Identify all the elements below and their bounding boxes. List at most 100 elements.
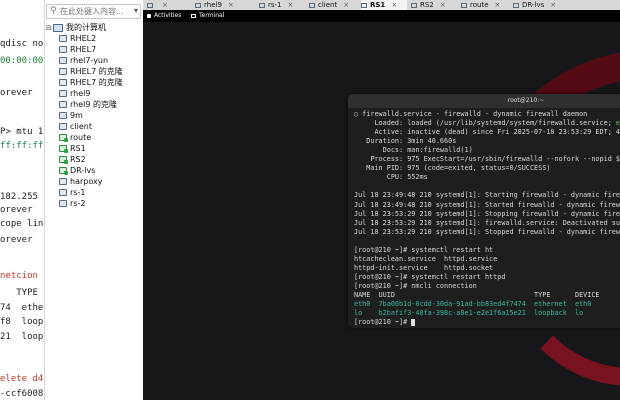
terminal-text: Process: 975 ExecStart=/usr/sbin/firewal…	[370, 155, 620, 164]
vm-tab[interactable]: DR-lvs ×	[513, 0, 573, 10]
vm-item-label: rhel9	[70, 89, 91, 98]
vm-tab-icon	[259, 2, 265, 8]
terminal-titlebar[interactable]: root@210:~ ×	[348, 94, 620, 108]
vm-item[interactable]: 9m	[59, 110, 83, 121]
computer-icon	[53, 23, 63, 32]
terminal-line: orever	[0, 88, 33, 98]
vm-item[interactable]: rs-1	[59, 187, 85, 198]
vm-item-label: RS2	[70, 155, 86, 164]
terminal-line: htcacheclean.service httpd.service	[354, 255, 497, 264]
vm-icon	[59, 200, 67, 207]
vm-tab-icon	[361, 2, 367, 8]
vm-item[interactable]: rhel9 的克隆	[59, 99, 117, 110]
vm-item[interactable]: rs-2	[59, 198, 85, 209]
terminal-line: eth0 7ba00b1d-8cdd-30da-91ad-bb83ed4f747…	[354, 300, 591, 309]
tree-root-my-computer[interactable]: ⊟ 我的计算机	[45, 22, 106, 33]
vm-library-panel: ⚲ ▾ ⊟ 我的计算机 RHEL2 RHEL7 rhel7-yun RHEL7 的克隆…	[44, 0, 144, 400]
vm-icon	[59, 123, 67, 130]
vm-tab[interactable]: RS1 ×	[361, 0, 407, 10]
vm-icon	[59, 90, 67, 97]
vm-item[interactable]: RHEL2	[59, 33, 96, 44]
vm-tab-icon	[195, 2, 201, 8]
vm-icon	[59, 35, 67, 42]
vm-item[interactable]: RS1	[59, 143, 86, 154]
terminal-output[interactable]: ○ firewalld.service - firewalld - dynami…	[354, 110, 620, 326]
vm-item[interactable]: rhel9	[59, 88, 90, 99]
vm-tab[interactable]: ×	[147, 0, 191, 10]
terminal-line: ff:ff:ff	[0, 141, 44, 151]
vm-tab[interactable]: rhel9 ×	[195, 0, 255, 10]
vm-item[interactable]: RHEL7	[59, 44, 96, 55]
terminal-text: CPU: 552ms	[354, 173, 428, 182]
vm-tab[interactable]: RS2 ×	[411, 0, 457, 10]
close-tab-icon[interactable]: ×	[440, 1, 446, 9]
terminal-app-label: Terminal	[199, 12, 225, 19]
vm-item[interactable]: DR-lvs	[59, 165, 95, 176]
terminal-line: [root@210 ~]# systemctl restart httpd	[354, 273, 505, 282]
terminal-text: htcacheclean.service httpd.service	[354, 254, 498, 263]
vm-running-icon	[59, 134, 68, 142]
vm-item[interactable]: RHEL7 的克隆	[59, 66, 123, 77]
vm-item[interactable]: rhel7-yun	[59, 55, 108, 66]
vm-item[interactable]: route	[59, 132, 91, 143]
terminal-line: P> mtu 1	[0, 127, 44, 137]
vm-icon	[59, 46, 67, 53]
terminal-text: httpd-init.service httpd.socket	[354, 263, 494, 272]
vm-item-label: RHEL2	[70, 34, 97, 43]
terminal-line: NAME UUID TYPE DEVICE	[354, 291, 600, 300]
close-tab-icon[interactable]: ×	[550, 1, 556, 9]
close-tab-icon[interactable]: ×	[495, 1, 501, 9]
terminal-text: Main PID: 975 (code=exited, status=0/SUC…	[354, 164, 551, 173]
vm-icon	[59, 189, 67, 196]
vm-item-label: 9m	[70, 111, 83, 120]
vm-tab[interactable]: client ×	[309, 0, 357, 10]
terminal-line: ○ firewalld.service - firewalld - dynami…	[354, 110, 587, 119]
vm-item-label: DR-lvs	[70, 166, 96, 175]
terminal-text: [root@210 ~]# systemctl restart ht	[354, 245, 494, 254]
vm-tab[interactable]: route ×	[461, 0, 509, 10]
vm-item[interactable]: RS2	[59, 154, 86, 165]
vm-tab-icon	[147, 2, 153, 8]
vm-tab-icon	[309, 2, 315, 8]
terminal-text: Jul 18 23:49:48 210 systemd[1]: Starting…	[354, 191, 620, 200]
vm-tab-label: DR-lvs	[522, 1, 545, 9]
vm-item-label: rhel9 的克隆	[70, 100, 117, 109]
terminal-window[interactable]: root@210:~ × ○ firewalld.service - firew…	[348, 94, 620, 328]
terminal-app-menu[interactable]: Terminal	[191, 12, 224, 19]
vm-icon	[59, 112, 67, 119]
search-icon: ⚲	[50, 6, 57, 16]
terminal-text: Docs: man:firewalld(1)	[354, 146, 473, 155]
vm-item-label: RHEL7 的克隆	[70, 67, 123, 76]
terminal-text: NAME UUID TYPE DEVICE	[354, 291, 600, 299]
terminal-line: lo b2bafif3-48fa-398c-a8e1-e2e1f6a15e21 …	[354, 309, 583, 318]
close-tab-icon[interactable]: ×	[288, 1, 294, 9]
vm-icon	[59, 178, 67, 185]
collapse-icon[interactable]: ⊟	[45, 24, 53, 32]
close-tab-icon[interactable]: ×	[343, 1, 349, 9]
vm-running-icon	[59, 167, 68, 175]
close-tab-icon[interactable]: ×	[228, 1, 234, 9]
terminal-line: Process: 975 ExecStart=/usr/sbin/firewal…	[354, 155, 620, 164]
terminal-line: 21 loop	[0, 332, 44, 342]
activities-button[interactable]: Activities	[147, 12, 181, 19]
vm-tab-icon	[513, 2, 519, 8]
library-search-input[interactable]	[60, 6, 128, 17]
close-tab-icon[interactable]: ×	[391, 1, 397, 9]
vm-item-label: rs-2	[70, 199, 86, 208]
activities-label: Activities	[154, 12, 182, 19]
vm-item[interactable]: client	[59, 121, 92, 132]
vm-tab-label: rhel9	[204, 1, 222, 9]
vm-tab-bar: × rhel9 × rs-1 × client × RS1 × RS2 × route × DR-lvs ×	[143, 0, 620, 10]
gnome-top-bar: Activities Terminal	[143, 10, 620, 22]
vm-item[interactable]: RHEL7 的克隆	[59, 77, 123, 88]
chevron-down-icon[interactable]: ▾	[134, 6, 138, 15]
close-tab-icon[interactable]: ×	[162, 1, 168, 9]
vm-running-icon	[59, 145, 68, 153]
terminal-text: Duration: 3min 40.660s	[354, 137, 457, 146]
vm-icon	[59, 57, 67, 64]
vm-tab-label: RS2	[420, 1, 434, 9]
vm-item-label: rhel7-yun	[70, 56, 109, 65]
vm-tab[interactable]: rs-1 ×	[259, 0, 305, 10]
library-search-box[interactable]: ⚲ ▾	[46, 4, 141, 19]
vm-item[interactable]: harpoxy	[59, 176, 102, 187]
